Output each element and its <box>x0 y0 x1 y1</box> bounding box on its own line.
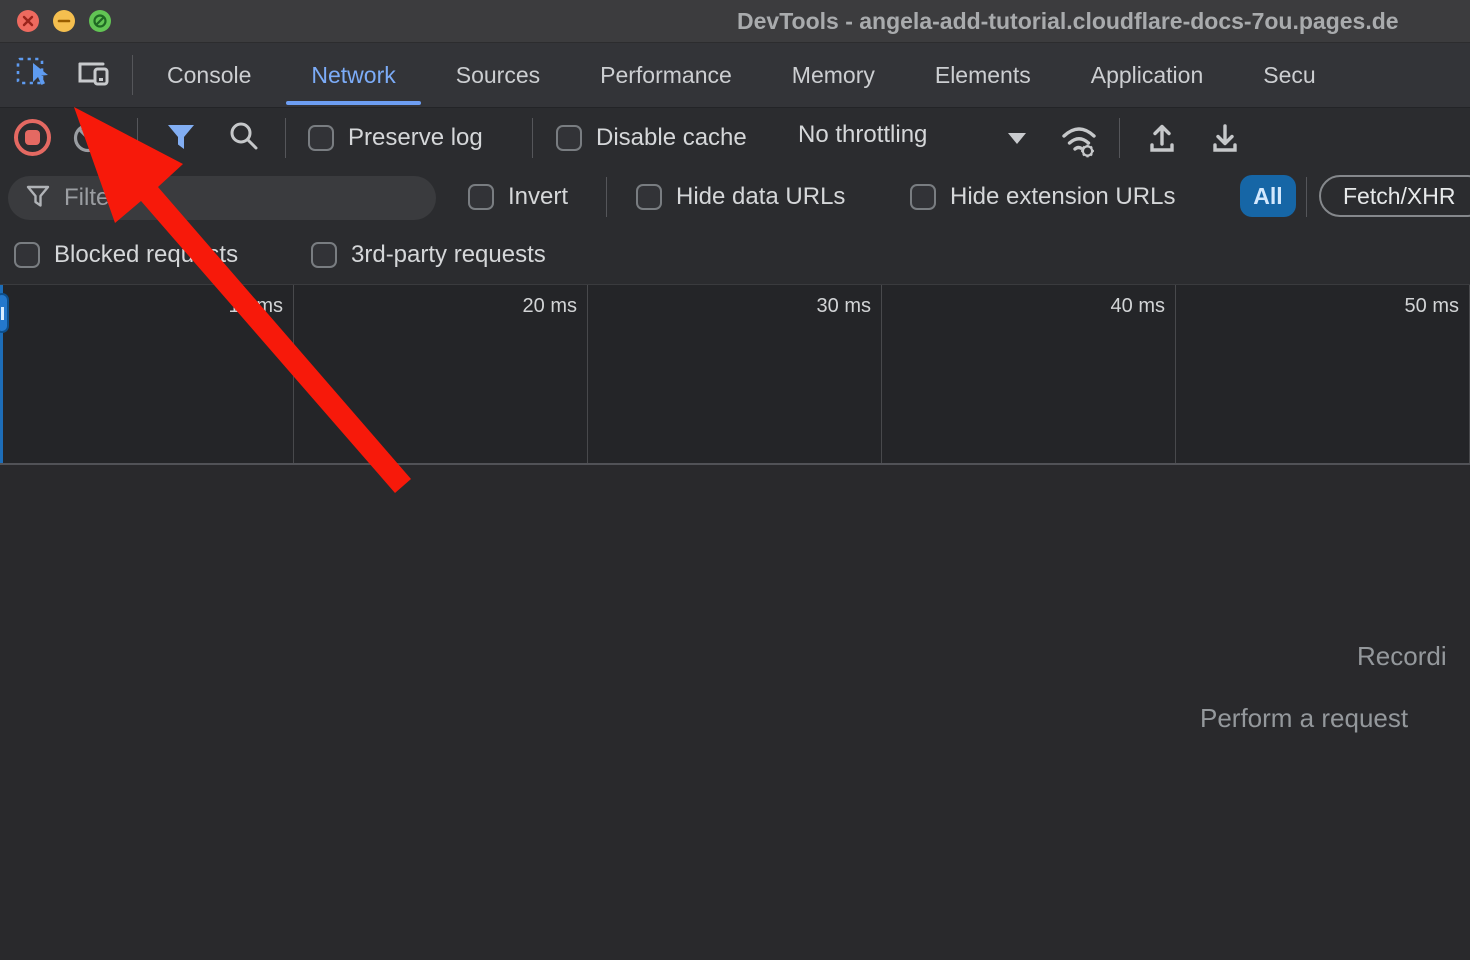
empty-state-instruction-text: Perform a request <box>1200 703 1408 734</box>
inspect-element-button[interactable] <box>10 52 56 98</box>
hide-data-urls-label[interactable]: Hide data URLs <box>676 183 845 211</box>
search-icon <box>227 141 261 158</box>
filter-separator <box>1306 177 1307 217</box>
timeline-column: 30 ms <box>588 285 882 463</box>
throttling-select[interactable]: No throttling <box>798 121 927 149</box>
third-party-requests-checkbox[interactable] <box>311 242 337 268</box>
disable-cache-checkbox[interactable] <box>556 125 582 151</box>
window-minimize-button[interactable] <box>53 10 75 32</box>
third-party-requests-checkbox-group[interactable]: 3rd-party requests <box>311 241 546 269</box>
filter-toggle-button[interactable] <box>163 120 199 159</box>
timeline-tick-label: 40 ms <box>1111 295 1165 317</box>
tab-performance[interactable]: Performance <box>570 43 762 107</box>
tab-memory[interactable]: Memory <box>762 43 905 107</box>
preserve-log-checkbox[interactable] <box>308 125 334 151</box>
timeline-column: 20 ms <box>294 285 588 463</box>
filter-input[interactable] <box>64 184 420 212</box>
disable-cache-label[interactable]: Disable cache <box>596 124 747 152</box>
tab-security[interactable]: Secu <box>1233 43 1345 107</box>
timeline-column: 40 ms <box>882 285 1176 463</box>
funnel-outline-icon <box>24 182 52 215</box>
device-toolbar-button[interactable] <box>70 52 116 98</box>
window-title: DevTools - angela-add-tutorial.cloudflar… <box>737 8 1399 35</box>
request-type-chip-fetch-xhr[interactable]: Fetch/XHR <box>1319 175 1470 217</box>
clear-icon <box>72 141 104 158</box>
toolbar-separator <box>532 118 533 158</box>
timeline-tick-label: 50 ms <box>1405 295 1459 317</box>
empty-state-recording-text: Recordi <box>1357 641 1447 672</box>
devtools-tabbar: Console Network Sources Performance Memo… <box>0 42 1470 107</box>
record-network-log-button[interactable] <box>14 119 51 156</box>
tab-application[interactable]: Application <box>1061 43 1234 107</box>
chevron-down-icon[interactable] <box>1008 133 1026 144</box>
hide-extension-urls-label[interactable]: Hide extension URLs <box>950 183 1175 211</box>
timeline-column: 10 ms <box>0 285 294 463</box>
toolbar-separator <box>285 118 286 158</box>
request-type-chip-all[interactable]: All <box>1240 175 1296 217</box>
tab-console[interactable]: Console <box>137 43 281 107</box>
invert-checkbox-group[interactable]: Invert <box>468 183 568 211</box>
preserve-log-label[interactable]: Preserve log <box>348 124 483 152</box>
import-har-button[interactable] <box>1143 119 1181 162</box>
window-zoom-button[interactable] <box>89 10 111 32</box>
search-button[interactable] <box>227 120 261 159</box>
network-filter-bar-row2: Blocked requests 3rd-party requests <box>0 227 1470 284</box>
tab-network[interactable]: Network <box>281 43 425 107</box>
timeline-column: 50 ms <box>1176 285 1470 463</box>
invert-label[interactable]: Invert <box>508 183 568 211</box>
window-close-button[interactable] <box>17 10 39 32</box>
clear-network-log-button[interactable] <box>72 122 104 159</box>
timeline-tick-label: 20 ms <box>523 295 577 317</box>
device-toolbar-icon <box>73 56 113 95</box>
filter-funnel-icon <box>163 141 199 158</box>
third-party-requests-label[interactable]: 3rd-party requests <box>351 241 546 269</box>
blocked-requests-checkbox[interactable] <box>14 242 40 268</box>
preserve-log-checkbox-group[interactable]: Preserve log <box>308 124 483 152</box>
tabbar-separator <box>132 55 133 95</box>
hide-data-urls-checkbox[interactable] <box>636 184 662 210</box>
network-toolbar: Preserve log Disable cache No throttling <box>0 107 1470 166</box>
wifi-gear-icon <box>1056 146 1102 163</box>
inspect-cursor-icon <box>14 54 52 97</box>
hide-data-urls-checkbox-group[interactable]: Hide data URLs <box>636 183 845 211</box>
upload-icon <box>1143 144 1181 161</box>
network-conditions-button[interactable] <box>1056 119 1102 164</box>
record-icon <box>25 130 40 145</box>
hide-extension-urls-checkbox[interactable] <box>910 184 936 210</box>
export-har-button[interactable] <box>1206 119 1244 162</box>
filter-input-pill[interactable] <box>8 176 436 220</box>
toolbar-separator <box>137 118 138 158</box>
tab-elements[interactable]: Elements <box>905 43 1061 107</box>
blocked-requests-label[interactable]: Blocked requests <box>54 241 238 269</box>
window-titlebar: DevTools - angela-add-tutorial.cloudflar… <box>0 0 1470 42</box>
timeline-tick-label: 30 ms <box>817 295 871 317</box>
disable-cache-checkbox-group[interactable]: Disable cache <box>556 124 747 152</box>
network-overview-timeline[interactable]: 10 ms 20 ms 30 ms 40 ms 50 ms <box>0 284 1470 465</box>
network-filter-bar: Invert Hide data URLs Hide extension URL… <box>0 166 1470 227</box>
timeline-tick-label: 10 ms <box>229 295 283 317</box>
overview-drag-handle[interactable] <box>0 293 9 333</box>
tab-sources[interactable]: Sources <box>426 43 570 107</box>
drag-grip-icon <box>1 307 4 320</box>
blocked-requests-checkbox-group[interactable]: Blocked requests <box>14 241 238 269</box>
toolbar-separator <box>1119 118 1120 158</box>
invert-checkbox[interactable] <box>468 184 494 210</box>
hide-extension-urls-checkbox-group[interactable]: Hide extension URLs <box>910 183 1175 211</box>
download-icon <box>1206 144 1244 161</box>
filter-separator <box>606 177 607 217</box>
